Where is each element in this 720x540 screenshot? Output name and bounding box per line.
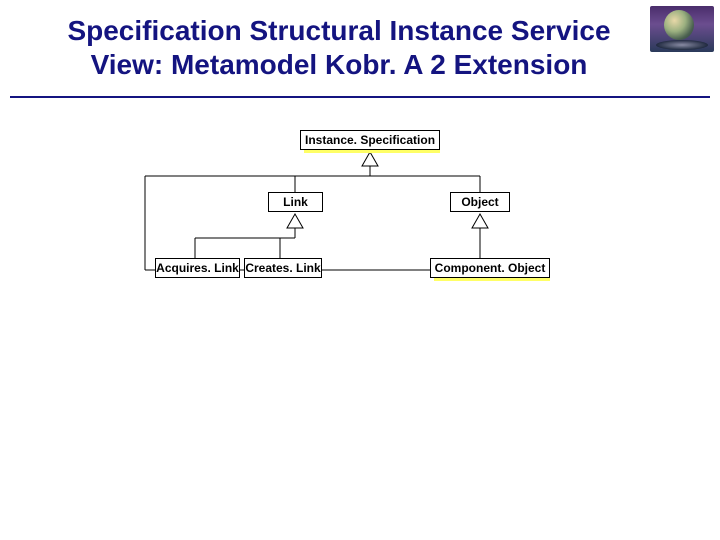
- node-component-object: Component. Object: [430, 258, 550, 278]
- title-line-2: View: Metamodel Kobr. A 2 Extension: [91, 49, 588, 80]
- node-object: Object: [450, 192, 510, 212]
- node-label: Instance. Specification: [305, 133, 435, 147]
- node-label: Object: [461, 195, 498, 209]
- slide-title: Specification Structural Instance Servic…: [28, 14, 650, 81]
- node-link: Link: [268, 192, 323, 212]
- node-label: Link: [283, 195, 308, 209]
- logo-image: [650, 6, 714, 52]
- node-instance-specification: Instance. Specification: [300, 130, 440, 150]
- node-acquires-link: Acquires. Link: [155, 258, 240, 278]
- node-label: Creates. Link: [245, 261, 320, 275]
- node-label: Acquires. Link: [156, 261, 239, 275]
- title-underline: [10, 96, 710, 98]
- title-line-1: Specification Structural Instance Servic…: [67, 15, 610, 46]
- uml-diagram: Instance. Specification Link Object Acqu…: [0, 120, 720, 380]
- diagram-connectors: [0, 120, 720, 380]
- node-creates-link: Creates. Link: [244, 258, 322, 278]
- node-label: Component. Object: [435, 261, 546, 275]
